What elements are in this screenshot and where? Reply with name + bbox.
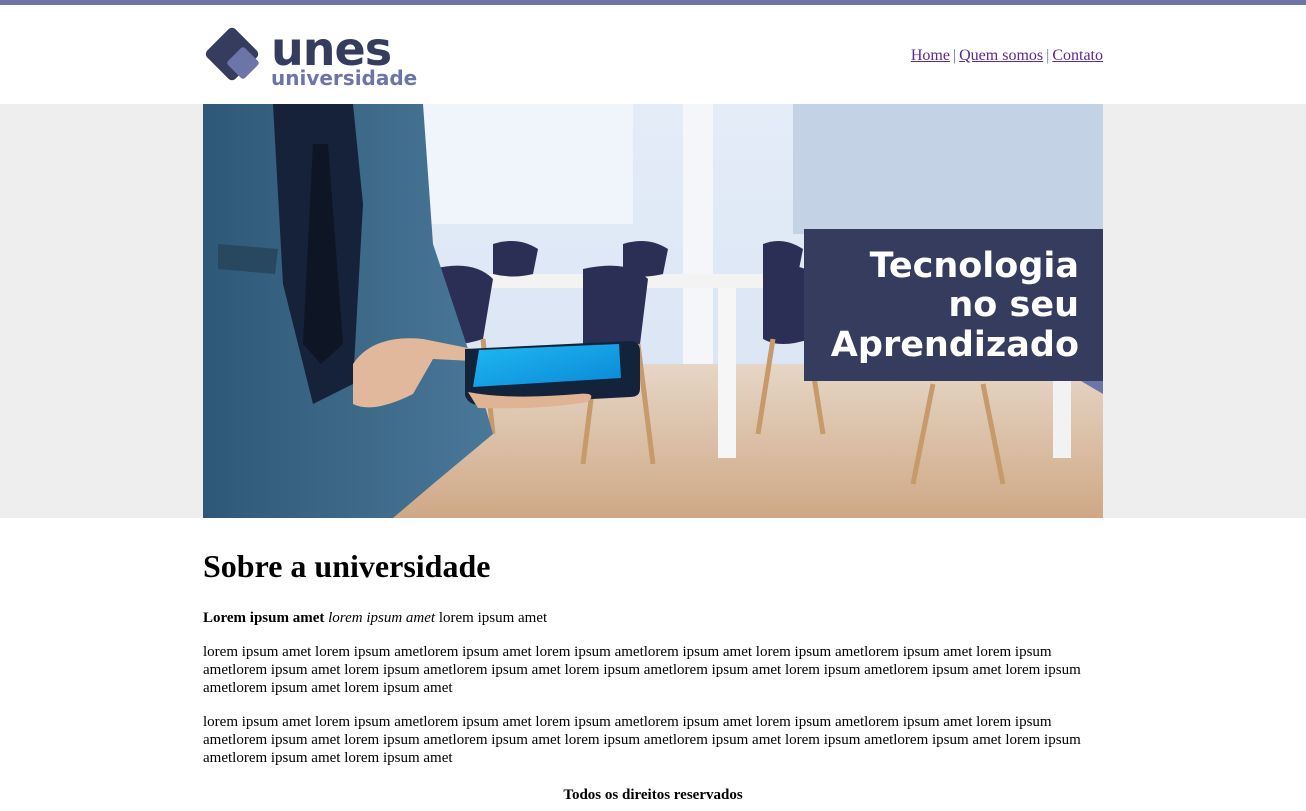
- hero-banner: Tecnologia no seu Aprendizado: [203, 104, 1103, 518]
- banner-section: Tecnologia no seu Aprendizado: [0, 104, 1306, 518]
- nav-separator: |: [952, 47, 957, 64]
- body-paragraph-2: lorem ipsum amet lorem ipsum ametlorem i…: [203, 714, 1081, 766]
- main-content: Sobre a universidade Lorem ipsum amet lo…: [203, 548, 1103, 767]
- logo-mark-icon: unes universidade: [205, 25, 417, 87]
- banner-line-3: Aprendizado: [831, 325, 1079, 365]
- header: unes universidade Home | Quem somos | Contat…: [203, 5, 1103, 104]
- lead-bold-text: Lorem ipsum amet: [203, 610, 325, 626]
- brand-tagline: universidade: [271, 66, 417, 87]
- nav-contato-link[interactable]: Contato: [1052, 47, 1103, 64]
- nav-separator: |: [1046, 47, 1050, 64]
- main-nav: Home | Quem somos | Contato: [911, 47, 1103, 65]
- banner-line-2: no seu: [948, 285, 1079, 325]
- nav-quem-somos-link[interactable]: Quem somos: [959, 47, 1043, 64]
- page-title: Sobre a universidade: [203, 548, 491, 584]
- body-paragraph-1: lorem ipsum amet lorem ipsum ametlorem i…: [203, 644, 1081, 696]
- nav-home-link[interactable]: Home: [911, 47, 950, 64]
- footer-copyright: Todos os direitos reservados: [563, 787, 743, 803]
- logo[interactable]: unes universidade: [203, 25, 423, 87]
- hero-image: Tecnologia no seu Aprendizado: [203, 104, 1103, 518]
- lead-italic-text: lorem ipsum amet: [328, 610, 436, 626]
- banner-line-1: Tecnologia: [870, 246, 1079, 286]
- lead-paragraph: Lorem ipsum amet lorem ipsum amet lorem …: [203, 609, 1103, 627]
- lead-plain-text: lorem ipsum amet: [438, 610, 548, 626]
